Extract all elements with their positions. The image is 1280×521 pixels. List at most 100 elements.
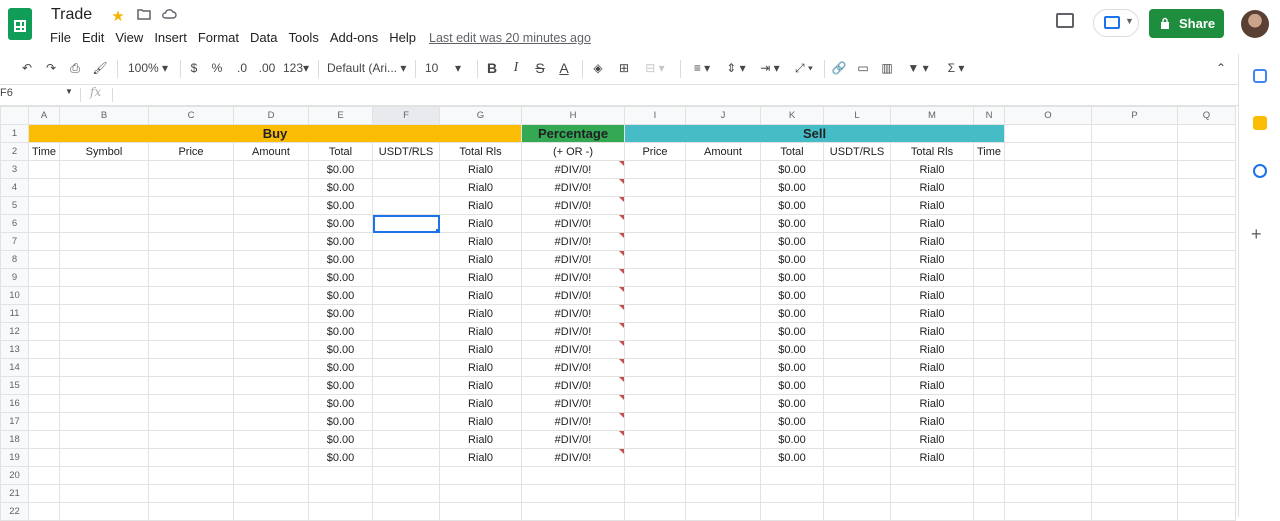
buy-time-cell[interactable]	[28, 304, 60, 323]
buy-symbol-cell[interactable]	[59, 358, 149, 377]
sell-usdt-rls-cell[interactable]	[823, 160, 891, 179]
column-label[interactable]: Total Rls	[439, 142, 522, 161]
cell[interactable]	[1091, 322, 1178, 341]
buy-usdt-rls-cell[interactable]	[372, 322, 440, 341]
cell[interactable]	[59, 466, 149, 485]
text-wrapping-icon[interactable]: ⇥ ▾	[756, 54, 784, 82]
sell-price-cell[interactable]	[624, 394, 686, 413]
sell-time-cell[interactable]	[973, 358, 1005, 377]
text-rotation-icon[interactable]: ⤢ ▾	[790, 54, 818, 82]
cell[interactable]	[1004, 304, 1092, 323]
sell-time-cell[interactable]	[973, 196, 1005, 215]
present-button[interactable]: ▼	[1093, 9, 1139, 37]
decrease-decimal-button[interactable]: .0	[232, 54, 252, 82]
sell-total-cell[interactable]: $0.00	[760, 322, 824, 341]
buy-usdt-rls-cell[interactable]	[372, 286, 440, 305]
comment-history-icon[interactable]	[1056, 13, 1074, 28]
buy-symbol-cell[interactable]	[59, 376, 149, 395]
percentage-cell[interactable]: #DIV/0!	[521, 160, 625, 179]
strikethrough-button[interactable]: S	[532, 54, 548, 82]
cell[interactable]	[1177, 340, 1236, 359]
column-label[interactable]: Price	[624, 142, 686, 161]
more-formats-button[interactable]: 123▾	[281, 54, 311, 82]
row-header[interactable]: 5	[0, 196, 29, 215]
column-header[interactable]: H	[521, 106, 625, 125]
sell-total-rls-cell[interactable]: Rial0	[890, 340, 974, 359]
italic-button[interactable]: I	[508, 54, 524, 82]
buy-price-cell[interactable]	[148, 286, 234, 305]
buy-time-cell[interactable]	[28, 196, 60, 215]
cell[interactable]	[59, 502, 149, 521]
column-header[interactable]: N	[973, 106, 1005, 125]
buy-total-cell[interactable]: $0.00	[308, 412, 373, 431]
cell[interactable]	[1177, 286, 1236, 305]
buy-total-cell[interactable]: $0.00	[308, 250, 373, 269]
cell[interactable]	[28, 484, 60, 503]
sell-time-cell[interactable]	[973, 304, 1005, 323]
buy-section-header[interactable]: Buy	[28, 124, 522, 143]
sell-usdt-rls-cell[interactable]	[823, 412, 891, 431]
column-label[interactable]: Symbol	[59, 142, 149, 161]
buy-total-cell[interactable]: $0.00	[308, 448, 373, 467]
percentage-cell[interactable]: #DIV/0!	[521, 448, 625, 467]
cell[interactable]	[685, 466, 761, 485]
cell[interactable]	[1177, 394, 1236, 413]
cell[interactable]	[372, 484, 440, 503]
buy-total-cell[interactable]: $0.00	[308, 430, 373, 449]
increase-decimal-button[interactable]: .00	[256, 54, 278, 82]
borders-icon[interactable]: ⊞	[616, 54, 632, 82]
cell[interactable]	[308, 502, 373, 521]
column-label[interactable]: Time	[28, 142, 60, 161]
sell-usdt-rls-cell[interactable]	[823, 286, 891, 305]
menu-data[interactable]: Data	[250, 30, 277, 45]
column-label[interactable]: Amount	[685, 142, 761, 161]
buy-total-cell[interactable]: $0.00	[308, 286, 373, 305]
buy-total-cell[interactable]: $0.00	[308, 358, 373, 377]
cell[interactable]	[1091, 502, 1178, 521]
sell-total-cell[interactable]: $0.00	[760, 196, 824, 215]
row-header[interactable]: 20	[0, 466, 29, 485]
percentage-cell[interactable]: #DIV/0!	[521, 376, 625, 395]
cell[interactable]	[308, 484, 373, 503]
buy-total-rls-cell[interactable]: Rial0	[439, 448, 522, 467]
sell-total-cell[interactable]: $0.00	[760, 340, 824, 359]
sell-time-cell[interactable]	[973, 322, 1005, 341]
buy-price-cell[interactable]	[148, 376, 234, 395]
buy-amount-cell[interactable]	[233, 232, 309, 251]
cell[interactable]	[1004, 142, 1092, 161]
buy-price-cell[interactable]	[148, 322, 234, 341]
cell[interactable]	[1091, 394, 1178, 413]
avatar[interactable]	[1241, 10, 1269, 38]
sell-amount-cell[interactable]	[685, 232, 761, 251]
buy-price-cell[interactable]	[148, 196, 234, 215]
row-header[interactable]: 7	[0, 232, 29, 251]
buy-time-cell[interactable]	[28, 178, 60, 197]
percentage-cell[interactable]: #DIV/0!	[521, 340, 625, 359]
buy-time-cell[interactable]	[28, 358, 60, 377]
buy-symbol-cell[interactable]	[59, 178, 149, 197]
buy-usdt-rls-cell[interactable]	[372, 430, 440, 449]
buy-price-cell[interactable]	[148, 250, 234, 269]
buy-amount-cell[interactable]	[233, 376, 309, 395]
percentage-section-header[interactable]: Percentage	[521, 124, 625, 143]
sell-amount-cell[interactable]	[685, 340, 761, 359]
row-header[interactable]: 22	[0, 502, 29, 521]
print-icon[interactable]: ⎙	[66, 54, 84, 82]
sell-total-rls-cell[interactable]: Rial0	[890, 358, 974, 377]
sell-price-cell[interactable]	[624, 160, 686, 179]
buy-time-cell[interactable]	[28, 340, 60, 359]
sell-amount-cell[interactable]	[685, 268, 761, 287]
vertical-align-icon[interactable]: ⇕ ▾	[722, 54, 750, 82]
sell-time-cell[interactable]	[973, 430, 1005, 449]
cell[interactable]	[59, 484, 149, 503]
text-color-button[interactable]: A	[556, 54, 572, 82]
sell-time-cell[interactable]	[973, 232, 1005, 251]
sell-amount-cell[interactable]	[685, 448, 761, 467]
buy-usdt-rls-cell[interactable]	[372, 160, 440, 179]
cell[interactable]	[1004, 178, 1092, 197]
sell-amount-cell[interactable]	[685, 394, 761, 413]
sell-total-cell[interactable]: $0.00	[760, 304, 824, 323]
sell-total-cell[interactable]: $0.00	[760, 358, 824, 377]
buy-total-rls-cell[interactable]: Rial0	[439, 376, 522, 395]
buy-total-cell[interactable]: $0.00	[308, 178, 373, 197]
